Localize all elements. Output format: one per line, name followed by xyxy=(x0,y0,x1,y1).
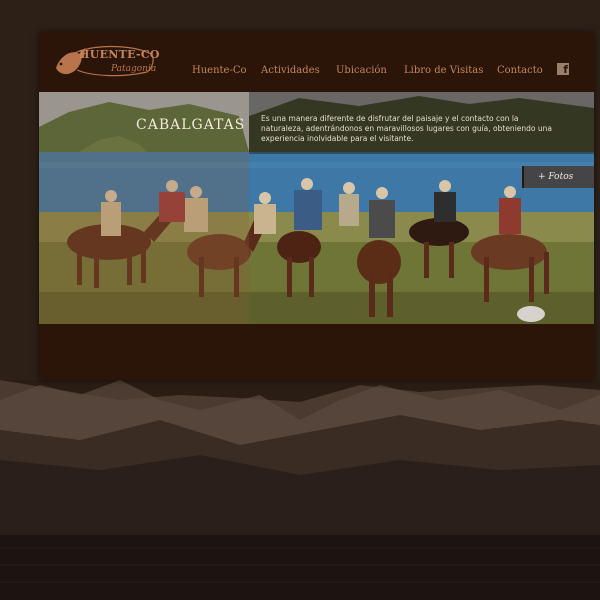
hero-title: CABALGATAS xyxy=(136,117,246,133)
facebook-icon[interactable]: f xyxy=(557,63,569,76)
nav-item-huente-co[interactable]: Huente-Co xyxy=(192,65,247,76)
nav-item-actividades[interactable]: Actividades xyxy=(261,65,320,76)
header: HUENTE-CO Patagonia Huente-Co Actividade… xyxy=(39,32,594,92)
nav-item-libro-de-visitas[interactable]: Libro de Visitas xyxy=(404,65,483,76)
site-panel: HUENTE-CO Patagonia Huente-Co Actividade… xyxy=(39,32,594,380)
content-footer-area xyxy=(39,324,594,380)
hero-description: Es una manera diferente de disfrutar del… xyxy=(261,114,552,143)
main-nav: Huente-Co Actividades Ubicación Libro de… xyxy=(39,32,594,92)
nav-item-ubicacion[interactable]: Ubicación xyxy=(336,65,387,76)
nav-item-contacto[interactable]: Contacto xyxy=(497,65,543,76)
hero-banner: CABALGATAS Es una manera diferente de di… xyxy=(39,92,594,324)
fotos-button[interactable]: + Fotos xyxy=(522,166,594,188)
